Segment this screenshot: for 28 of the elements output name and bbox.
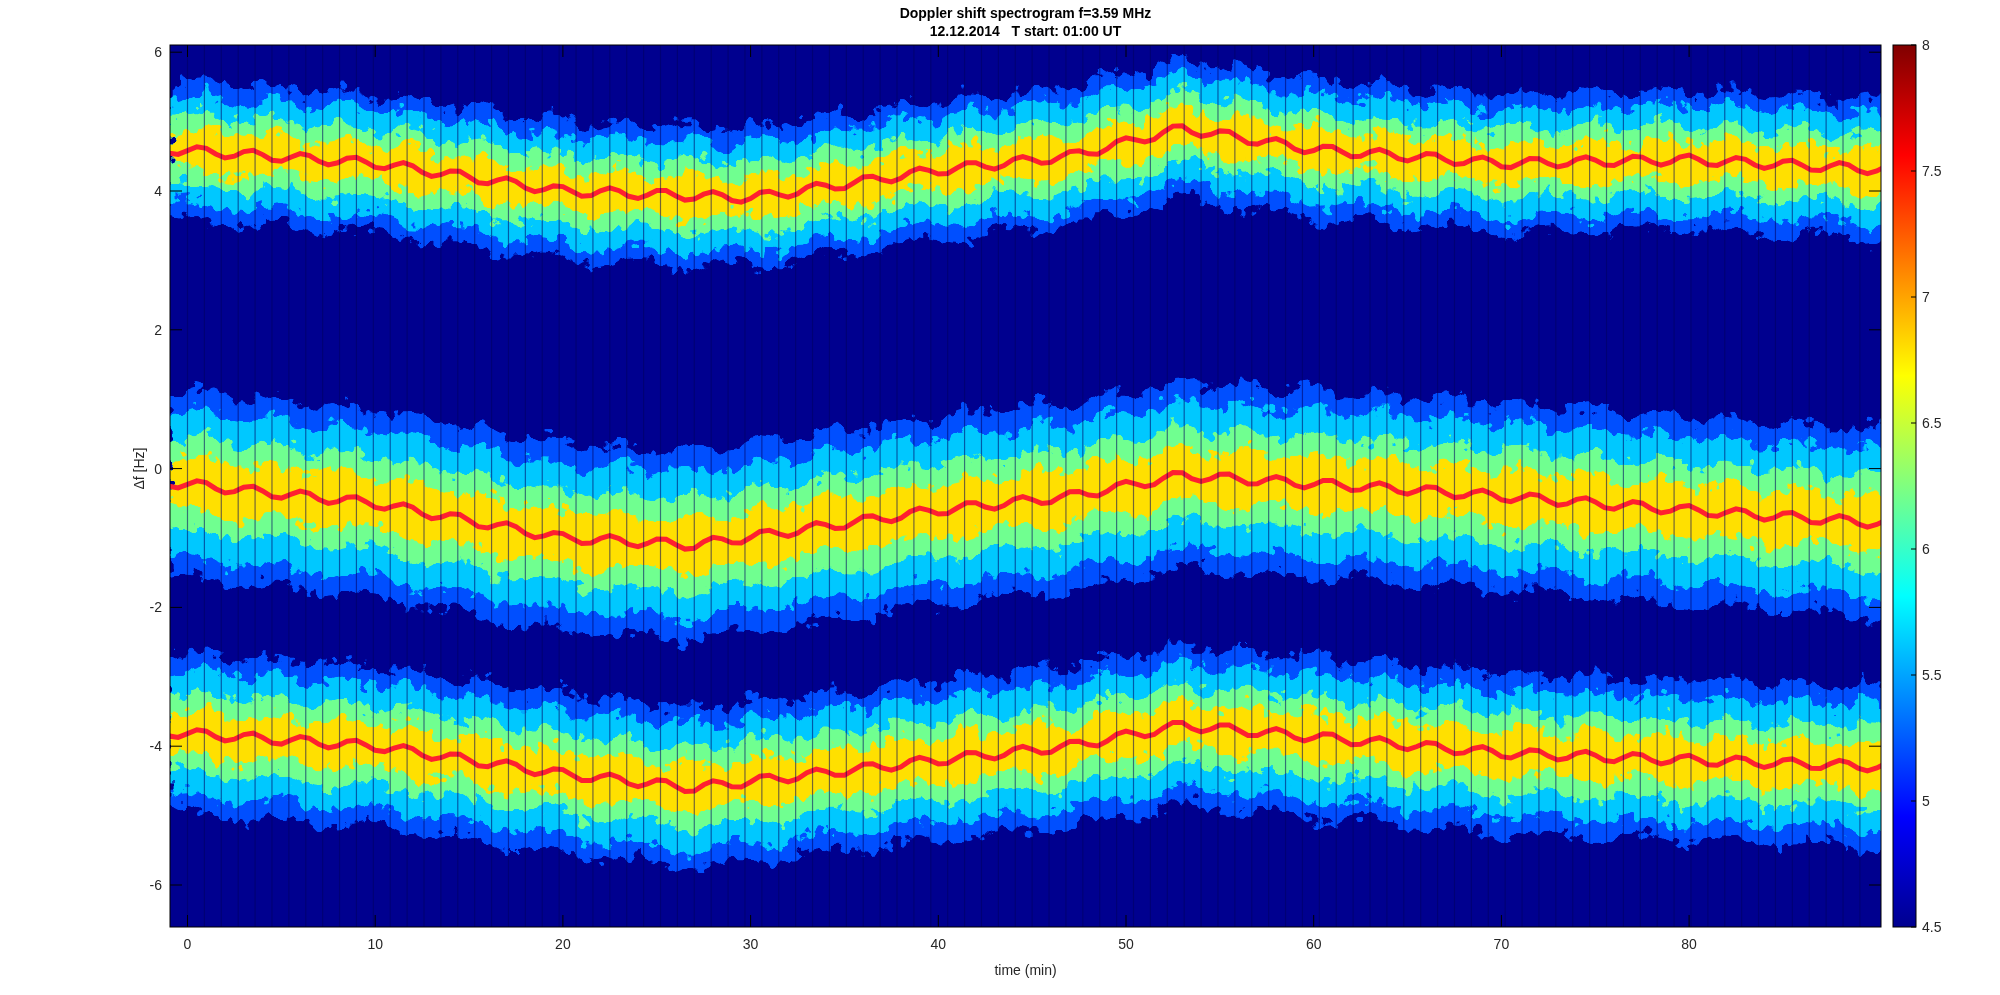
colorbar-tick-label: 5.5 xyxy=(1922,667,1942,683)
x-tick-label: 70 xyxy=(1493,936,1510,952)
x-tick-label: 50 xyxy=(1118,936,1134,952)
x-tick-label: 10 xyxy=(367,936,383,952)
colorbar-tick-label: 8 xyxy=(1922,37,1930,53)
colorbar-tick-label: 5 xyxy=(1922,793,1930,809)
y-tick-label: 0 xyxy=(154,460,162,477)
colorbar-tick-label: 7 xyxy=(1922,289,1930,305)
y-tick-label: -4 xyxy=(149,738,162,755)
x-tick-label: 80 xyxy=(1681,936,1697,952)
y-tick-label: -2 xyxy=(149,599,162,616)
x-axis-label: time (min) xyxy=(994,962,1057,978)
colorbar-tick-label: 6.5 xyxy=(1922,415,1942,431)
x-tick-label: 30 xyxy=(742,936,759,952)
x-tick-label: 60 xyxy=(1305,936,1322,952)
x-tick-label: 0 xyxy=(183,936,192,952)
x-tick-label: 40 xyxy=(930,936,947,952)
y-tick-label: 2 xyxy=(154,321,162,338)
x-tick-label: 20 xyxy=(555,936,571,952)
colorbar-tick-label: 7.5 xyxy=(1922,163,1942,179)
colorbar-tick-label: 6 xyxy=(1922,541,1930,557)
y-tick-label: -6 xyxy=(149,877,162,893)
y-tick-label: 4 xyxy=(154,183,162,199)
chart-title: Doppler shift spectrogram f=3.59 MHz xyxy=(899,5,1152,21)
y-tick-label: 6 xyxy=(154,44,162,61)
chart-subtitle: 12.12.2014 T start: 01:00 UT xyxy=(929,23,1122,39)
colorbar-tick-label: 4.5 xyxy=(1922,919,1942,935)
y-axis-label: Δf [Hz] xyxy=(131,447,147,490)
